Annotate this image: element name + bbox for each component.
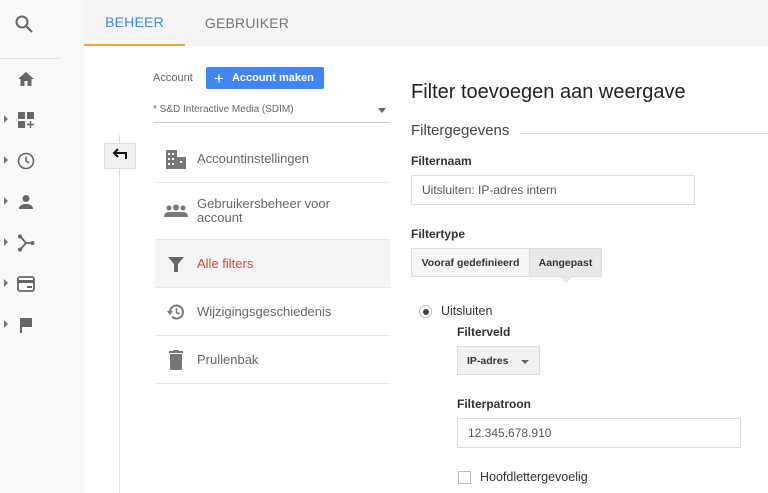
expand-caret-icon[interactable]	[4, 320, 8, 328]
expand-caret-icon[interactable]	[4, 156, 8, 164]
filter-name-label: Filternaam	[411, 154, 472, 168]
menu-item-label: Wijzigingsgeschiedenis	[197, 304, 332, 319]
clock-icon[interactable]	[16, 151, 36, 171]
menu-item-accountinstellingen[interactable]: Accountinstellingen	[155, 135, 390, 183]
column-divider	[119, 135, 120, 493]
expand-caret-icon[interactable]	[4, 115, 8, 123]
filter-icon	[155, 255, 197, 273]
menu-item-label: Accountinstellingen	[197, 151, 310, 166]
plus-icon: +	[214, 68, 224, 88]
chevron-down-icon	[521, 360, 529, 364]
section-title: Filtergegevens	[411, 122, 510, 139]
window-icon[interactable]	[16, 274, 36, 294]
people-icon	[155, 204, 197, 218]
menu-item-label: Alle filters	[197, 256, 254, 271]
case-sensitive-checkbox[interactable]	[458, 471, 471, 484]
dashboard-icon[interactable]	[16, 110, 36, 130]
filter-type-custom-button[interactable]: Aangepast	[529, 248, 602, 277]
menu-item-label: Prullenbak	[197, 352, 259, 367]
building-icon	[155, 149, 197, 169]
home-icon[interactable]	[16, 69, 36, 89]
exclude-radio-label: Uitsluiten	[441, 304, 493, 318]
divider	[520, 133, 768, 134]
menu-item-prullenbak[interactable]: Prullenbak	[155, 336, 390, 384]
page-title: Filter toevoegen aan weergave	[411, 81, 686, 103]
menu-item-gebruikersbeheer[interactable]: Gebruikersbeheer voor account	[155, 183, 390, 240]
history-icon	[155, 303, 197, 321]
share-icon[interactable]	[16, 233, 36, 253]
account-label: Account	[153, 72, 193, 84]
divider	[0, 58, 60, 59]
top-tab-bar: BEHEER GEBRUIKER	[84, 0, 768, 46]
filter-field-value: IP-adres	[467, 354, 509, 367]
menu-item-label: Gebruikersbeheer voor account	[197, 196, 330, 225]
tab-beheer[interactable]: BEHEER	[84, 0, 185, 46]
menu-item-wijzigingsgeschiedenis[interactable]: Wijzigingsgeschiedenis	[155, 288, 390, 336]
expand-caret-icon[interactable]	[4, 279, 8, 287]
menu-item-alle-filters[interactable]: Alle filters	[155, 240, 390, 288]
create-account-button[interactable]: + Account maken	[206, 67, 324, 89]
account-selected-value: * S&D Interactive Media (SDIM)	[153, 104, 294, 115]
filter-field-select[interactable]: IP-adres	[457, 346, 540, 375]
filter-type-predefined-button[interactable]: Vooraf gedefinieerd	[411, 248, 530, 277]
case-sensitive-label: Hoofdlettergevoelig	[480, 470, 588, 484]
back-button[interactable]	[104, 143, 136, 169]
filter-pattern-label: Filterpatroon	[457, 397, 531, 411]
tab-gebruiker[interactable]: GEBRUIKER	[185, 0, 309, 46]
expand-caret-icon[interactable]	[4, 238, 8, 246]
chevron-down-icon	[378, 108, 386, 113]
account-select[interactable]: * S&D Interactive Media (SDIM)	[153, 101, 390, 123]
filter-field-label: Filterveld	[457, 325, 511, 339]
person-icon[interactable]	[16, 192, 36, 212]
trash-icon	[155, 349, 197, 370]
filter-type-label: Filtertype	[411, 227, 466, 241]
selected-pointer	[559, 277, 573, 283]
expand-caret-icon[interactable]	[4, 197, 8, 205]
flag-icon[interactable]	[16, 315, 36, 335]
left-sidebar	[0, 0, 84, 493]
search-icon[interactable]	[14, 14, 34, 34]
exclude-radio[interactable]	[419, 305, 432, 318]
filter-name-input[interactable]: Uitsluiten: IP-adres intern	[411, 175, 695, 205]
create-account-label: Account maken	[231, 72, 314, 84]
back-arrow-icon	[112, 147, 128, 165]
filter-pattern-input[interactable]: 12.345.678.910	[457, 418, 741, 448]
